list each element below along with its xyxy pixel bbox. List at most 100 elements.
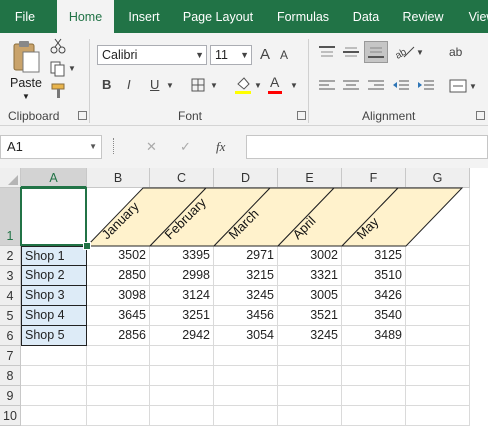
tab-page-layout[interactable]: Page Layout	[178, 0, 258, 33]
decrease-font-size-button[interactable]: A	[280, 48, 288, 62]
tab-formulas[interactable]: Formulas	[268, 0, 338, 33]
row-header-9[interactable]: 9	[0, 386, 21, 406]
cell-d8[interactable]	[214, 366, 278, 386]
row-header-3[interactable]: 3	[0, 266, 21, 286]
wrap-text-button[interactable]: ab	[449, 45, 462, 59]
cell-c3[interactable]: 2998	[150, 266, 214, 286]
cell-f2[interactable]: 3125	[342, 246, 406, 266]
cut-icon[interactable]	[50, 38, 66, 54]
cell-b2[interactable]: 3502	[87, 246, 150, 266]
paste-button[interactable]: Paste ▼	[6, 38, 46, 104]
cell-f5[interactable]: 3540	[342, 306, 406, 326]
cell-d5[interactable]: 3456	[214, 306, 278, 326]
align-middle-icon[interactable]	[342, 45, 360, 59]
row-header-7[interactable]: 7	[0, 346, 21, 366]
cell-a10[interactable]	[21, 406, 87, 426]
name-box[interactable]: A1 ▼	[0, 135, 102, 159]
align-left-icon[interactable]	[318, 79, 336, 93]
formula-input[interactable]	[246, 135, 488, 159]
cell-b6[interactable]: 2856	[87, 326, 150, 346]
cell-b5[interactable]: 3645	[87, 306, 150, 326]
cell-b9[interactable]	[87, 386, 150, 406]
cell-f3[interactable]: 3510	[342, 266, 406, 286]
cell-a6[interactable]: Shop 5	[21, 326, 87, 346]
cell-e9[interactable]	[278, 386, 342, 406]
row-header-8[interactable]: 8	[0, 366, 21, 386]
cell-a4[interactable]: Shop 3	[21, 286, 87, 306]
cell-c6[interactable]: 2942	[150, 326, 214, 346]
column-header-e[interactable]: E	[278, 168, 342, 188]
cell-d3[interactable]: 3215	[214, 266, 278, 286]
column-header-a[interactable]: A	[21, 168, 87, 188]
chevron-down-icon[interactable]: ▼	[210, 81, 218, 90]
increase-indent-icon[interactable]	[417, 79, 435, 93]
align-top-icon[interactable]	[318, 45, 336, 59]
cell-c9[interactable]	[150, 386, 214, 406]
cell-f10[interactable]	[342, 406, 406, 426]
merge-center-icon[interactable]	[449, 79, 467, 93]
row-header-4[interactable]: 4	[0, 286, 21, 306]
chevron-down-icon[interactable]: ▼	[416, 48, 424, 57]
cell-g6[interactable]	[406, 326, 470, 346]
column-header-d[interactable]: D	[214, 168, 278, 188]
tab-data[interactable]: Data	[345, 0, 387, 33]
cell-a3[interactable]: Shop 2	[21, 266, 87, 286]
alignment-launcher-icon[interactable]	[476, 111, 485, 120]
borders-icon[interactable]	[191, 78, 205, 92]
tab-home[interactable]: Home	[57, 0, 114, 33]
column-header-g[interactable]: G	[406, 168, 470, 188]
tab-insert[interactable]: Insert	[118, 0, 170, 33]
cell-g7[interactable]	[406, 346, 470, 366]
copy-icon[interactable]	[50, 61, 66, 77]
row-header-6[interactable]: 6	[0, 326, 21, 346]
bold-button[interactable]: B	[102, 77, 111, 92]
cell-e3[interactable]: 3321	[278, 266, 342, 286]
cell-e5[interactable]: 3521	[278, 306, 342, 326]
column-header-b[interactable]: B	[87, 168, 150, 188]
row-header-5[interactable]: 5	[0, 306, 21, 326]
cell-d7[interactable]	[214, 346, 278, 366]
italic-button[interactable]: I	[127, 77, 131, 92]
cell-g2[interactable]	[406, 246, 470, 266]
font-launcher-icon[interactable]	[297, 111, 306, 120]
cell-e4[interactable]: 3005	[278, 286, 342, 306]
decrease-indent-icon[interactable]	[392, 79, 410, 93]
cell-c7[interactable]	[150, 346, 214, 366]
cell-f9[interactable]	[342, 386, 406, 406]
align-center-icon[interactable]	[342, 79, 360, 93]
enter-icon[interactable]: ✓	[180, 139, 191, 155]
clipboard-launcher-icon[interactable]	[78, 111, 87, 120]
tab-review[interactable]: Review	[395, 0, 451, 33]
tab-view[interactable]: View	[462, 0, 488, 33]
cell-g9[interactable]	[406, 386, 470, 406]
cell-b10[interactable]	[87, 406, 150, 426]
cell-b3[interactable]: 2850	[87, 266, 150, 286]
cell-b7[interactable]	[87, 346, 150, 366]
spreadsheet-grid[interactable]: ABCDEFG 1 2 3 4 5 6 7 8 9 10 Shop 1 3502 3395 2971 30…	[0, 168, 488, 426]
cell-d2[interactable]: 2971	[214, 246, 278, 266]
cell-c4[interactable]: 3124	[150, 286, 214, 306]
font-size-select[interactable]: 11 ▼	[210, 45, 252, 65]
cell-c10[interactable]	[150, 406, 214, 426]
cell-f7[interactable]	[342, 346, 406, 366]
cell-d4[interactable]: 3245	[214, 286, 278, 306]
cell-g4[interactable]	[406, 286, 470, 306]
tab-file[interactable]: File	[0, 0, 50, 33]
cell-e7[interactable]	[278, 346, 342, 366]
cancel-icon[interactable]: ✕	[146, 139, 157, 155]
cell-e10[interactable]	[278, 406, 342, 426]
chevron-down-icon[interactable]: ▼	[254, 81, 262, 90]
cell-c8[interactable]	[150, 366, 214, 386]
font-color-button[interactable]: A	[270, 74, 279, 90]
cell-g5[interactable]	[406, 306, 470, 326]
insert-function-button[interactable]: fx	[216, 139, 225, 155]
cell-g10[interactable]	[406, 406, 470, 426]
orientation-icon[interactable]: ab	[394, 43, 416, 61]
cell-d10[interactable]	[214, 406, 278, 426]
font-name-select[interactable]: Calibri ▼	[97, 45, 207, 65]
cell-d9[interactable]	[214, 386, 278, 406]
cell-a9[interactable]	[21, 386, 87, 406]
cell-e8[interactable]	[278, 366, 342, 386]
row-header-10[interactable]: 10	[0, 406, 21, 426]
cell-f6[interactable]: 3489	[342, 326, 406, 346]
